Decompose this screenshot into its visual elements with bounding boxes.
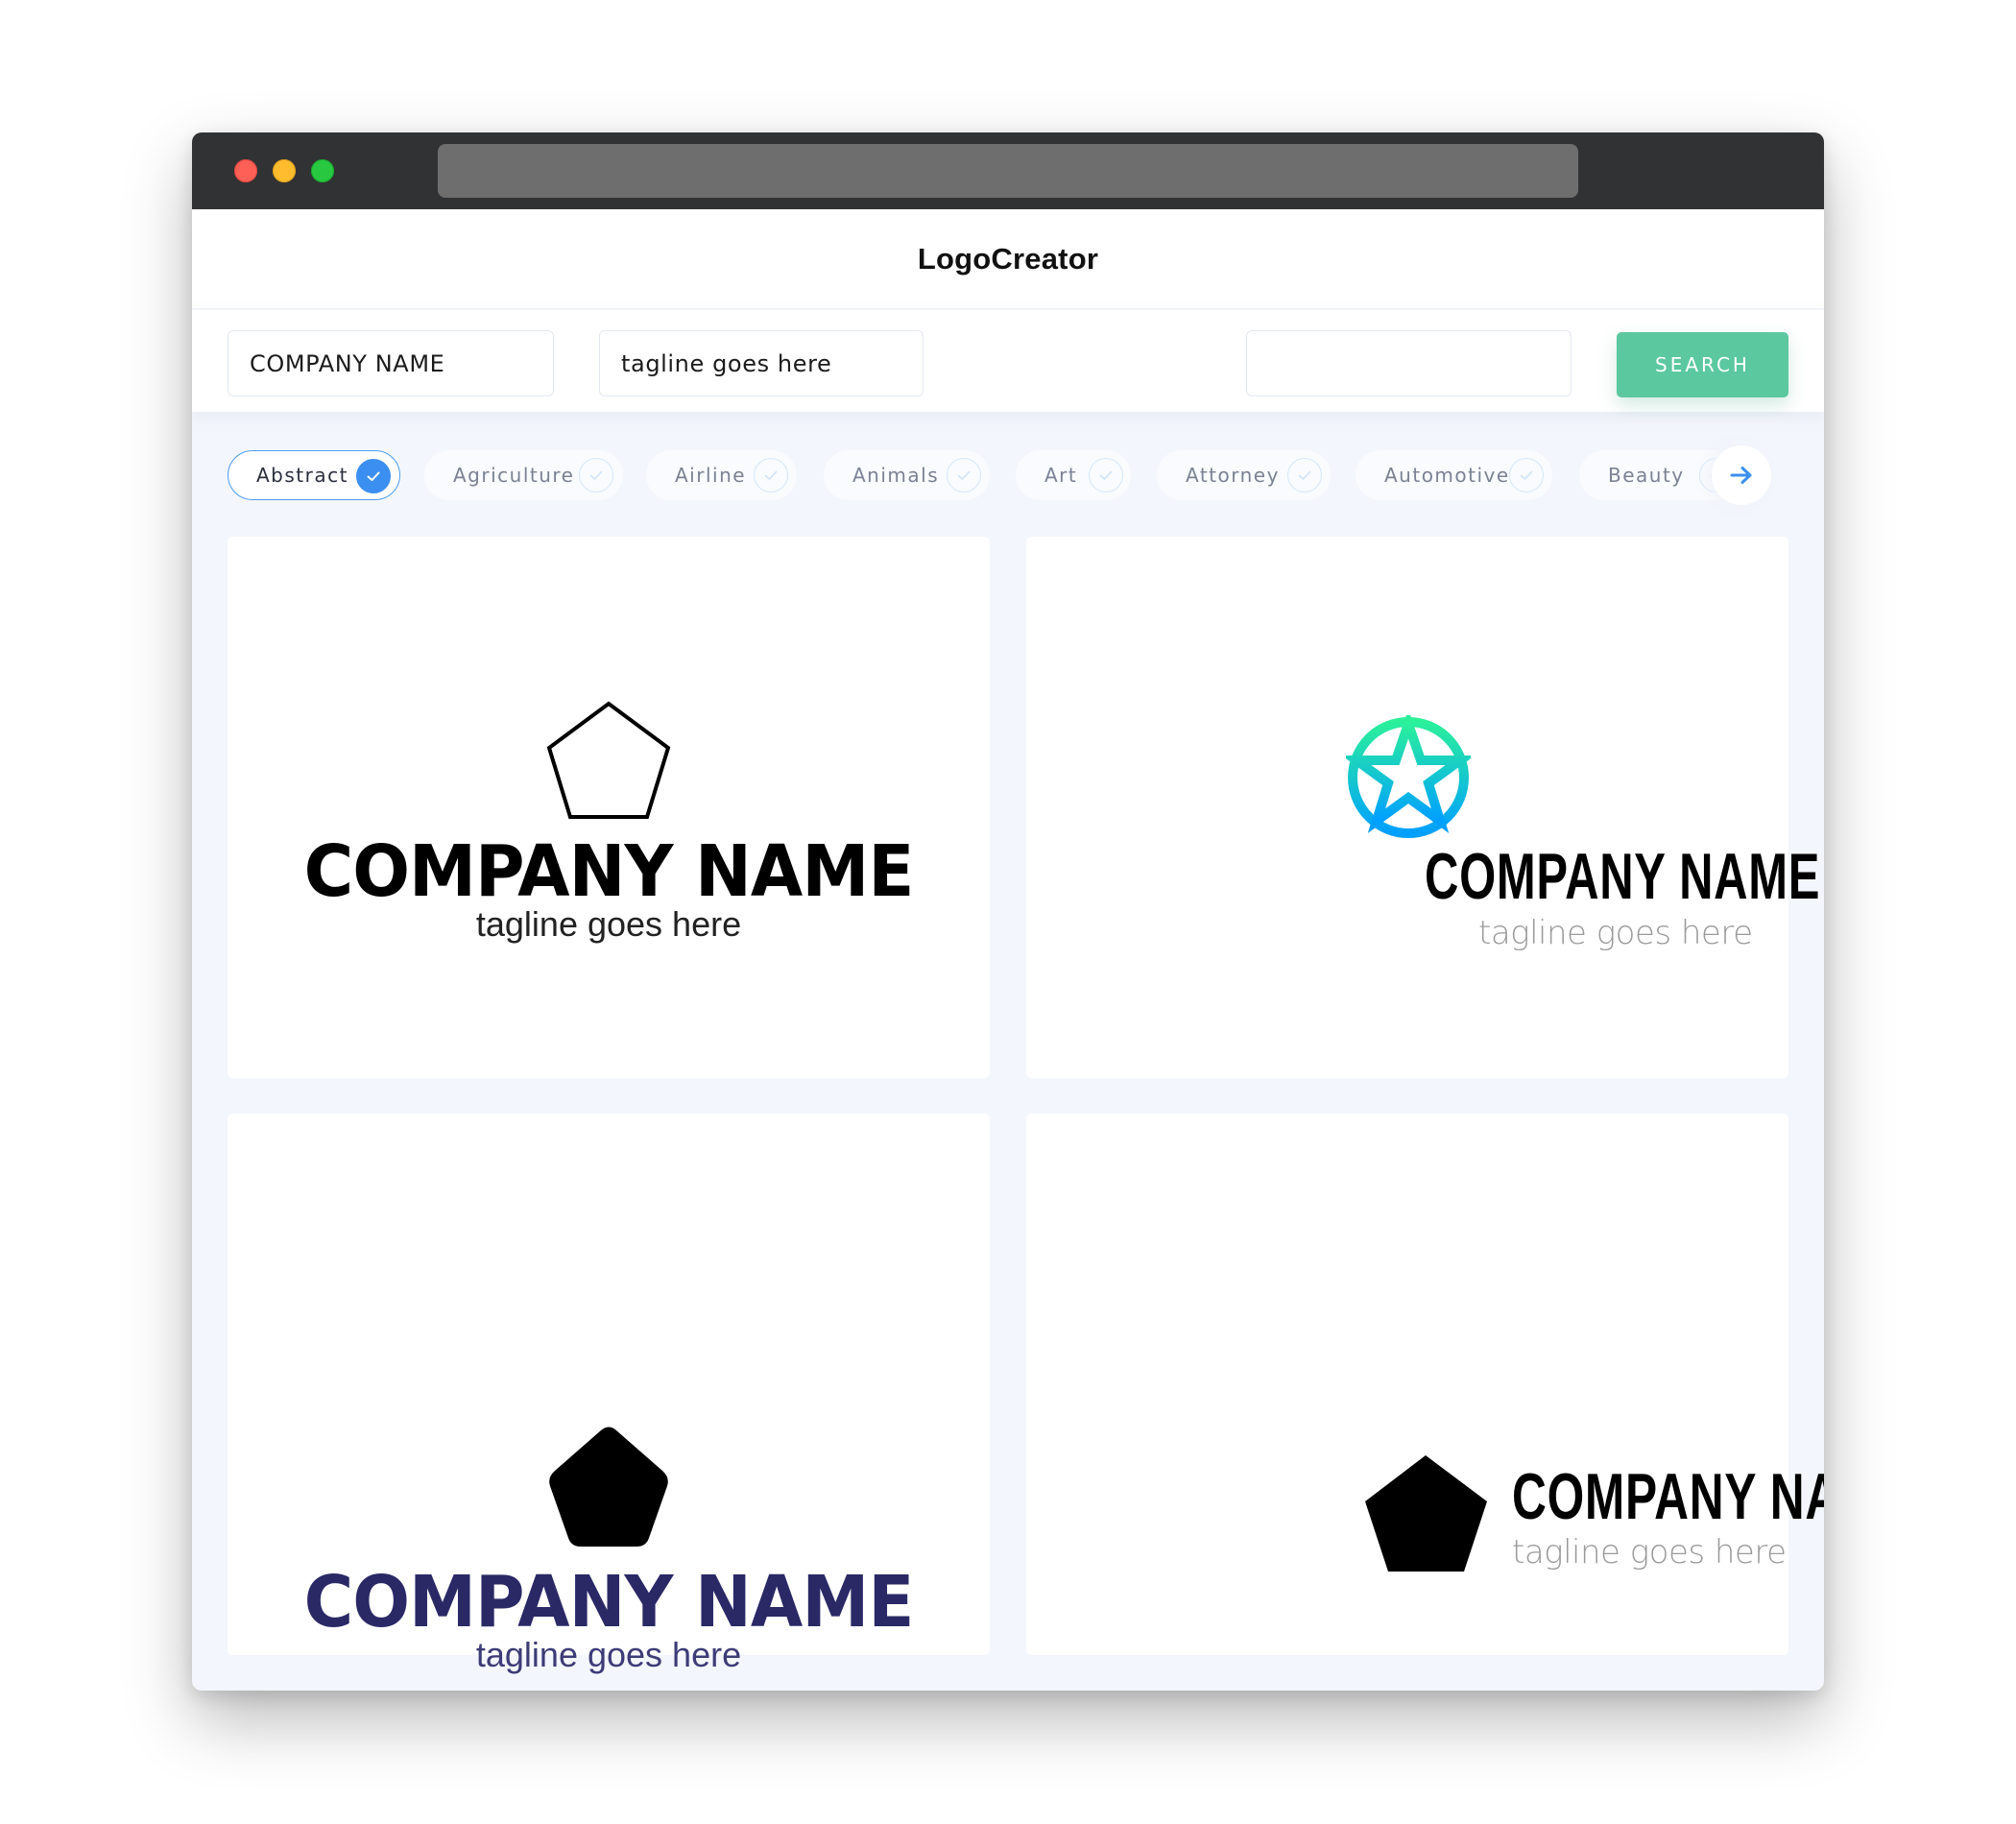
browser-window: LogoCreator SEARCH Abstract Agriculture … — [192, 132, 1824, 1691]
category-chip-label: Automotive — [1384, 464, 1510, 487]
company-name-input[interactable] — [228, 330, 554, 396]
logo-card[interactable]: COMPANY NAME tagline goes here — [228, 1114, 990, 1672]
category-chip-art[interactable]: Art — [1016, 450, 1131, 500]
pentagon-rounded-filled-icon — [549, 1427, 668, 1547]
address-bar[interactable] — [438, 144, 1578, 198]
category-filter-bar: Abstract Agriculture Airline Animals Art… — [192, 412, 1824, 516]
browser-titlebar — [192, 132, 1824, 209]
logo-tagline: tagline goes here — [475, 1635, 742, 1674]
app-header: LogoCreator — [192, 209, 1824, 309]
category-chip-airline[interactable]: Airline — [646, 450, 797, 500]
category-chip-list: Abstract Agriculture Airline Animals Art… — [192, 412, 1738, 516]
check-circle-icon — [356, 459, 391, 493]
category-chip-attorney[interactable]: Attorney — [1157, 450, 1331, 500]
tagline-input[interactable] — [599, 330, 924, 396]
check-circle-icon — [754, 458, 788, 492]
category-chip-label: Beauty — [1608, 464, 1685, 487]
category-chip-label: Art — [1044, 464, 1078, 487]
category-chip-label: Agriculture — [453, 464, 575, 487]
check-circle-icon — [1089, 458, 1123, 492]
category-chip-label: Airline — [675, 464, 747, 487]
category-chip-agriculture[interactable]: Agriculture — [424, 450, 623, 500]
maximize-window-button[interactable] — [311, 159, 334, 182]
category-chip-abstract[interactable]: Abstract — [228, 450, 400, 500]
logo-tagline: tagline goes here — [1478, 914, 1753, 952]
logo-company-name: COMPANY NAME — [1512, 1460, 1824, 1533]
check-circle-icon — [1287, 458, 1322, 492]
logo-card[interactable]: COMPANY NAME tagline goes here — [1026, 1114, 1824, 1655]
category-chip-label: Attorney — [1186, 464, 1280, 487]
brand-logo-text[interactable]: LogoCreator — [918, 242, 1098, 276]
category-chip-label: Abstract — [256, 464, 348, 487]
minimize-window-button[interactable] — [273, 159, 296, 182]
category-chip-animals[interactable]: Animals — [824, 450, 990, 500]
category-chip-label: Animals — [852, 464, 940, 487]
search-bar: SEARCH — [192, 310, 1824, 412]
logo-card[interactable]: COMPANY NAME tagline goes here — [228, 537, 990, 1078]
next-categories-button[interactable] — [1712, 445, 1771, 505]
logo-tagline: tagline goes here — [475, 904, 742, 944]
check-circle-icon — [579, 458, 613, 492]
category-chip-automotive[interactable]: Automotive — [1356, 450, 1552, 500]
star-in-circle-icon — [1346, 715, 1471, 838]
logo-tagline: tagline goes here — [1512, 1533, 1787, 1572]
logo-card[interactable]: COMPANY NAME tagline goes here — [1026, 537, 1819, 1078]
pentagon-outline-icon — [546, 701, 671, 819]
check-circle-icon — [947, 458, 981, 492]
pentagon-filled-icon — [1365, 1455, 1487, 1572]
logo-company-name: COMPANY NAME — [1425, 840, 1821, 913]
logo-company-name: COMPANY NAME — [303, 830, 915, 913]
keyword-input[interactable] — [1246, 330, 1572, 396]
logo-company-name: COMPANY NAME — [303, 1561, 915, 1644]
close-window-button[interactable] — [234, 159, 257, 182]
search-button[interactable]: SEARCH — [1617, 332, 1788, 397]
arrow-right-icon — [1730, 467, 1752, 484]
check-circle-icon — [1509, 458, 1544, 492]
